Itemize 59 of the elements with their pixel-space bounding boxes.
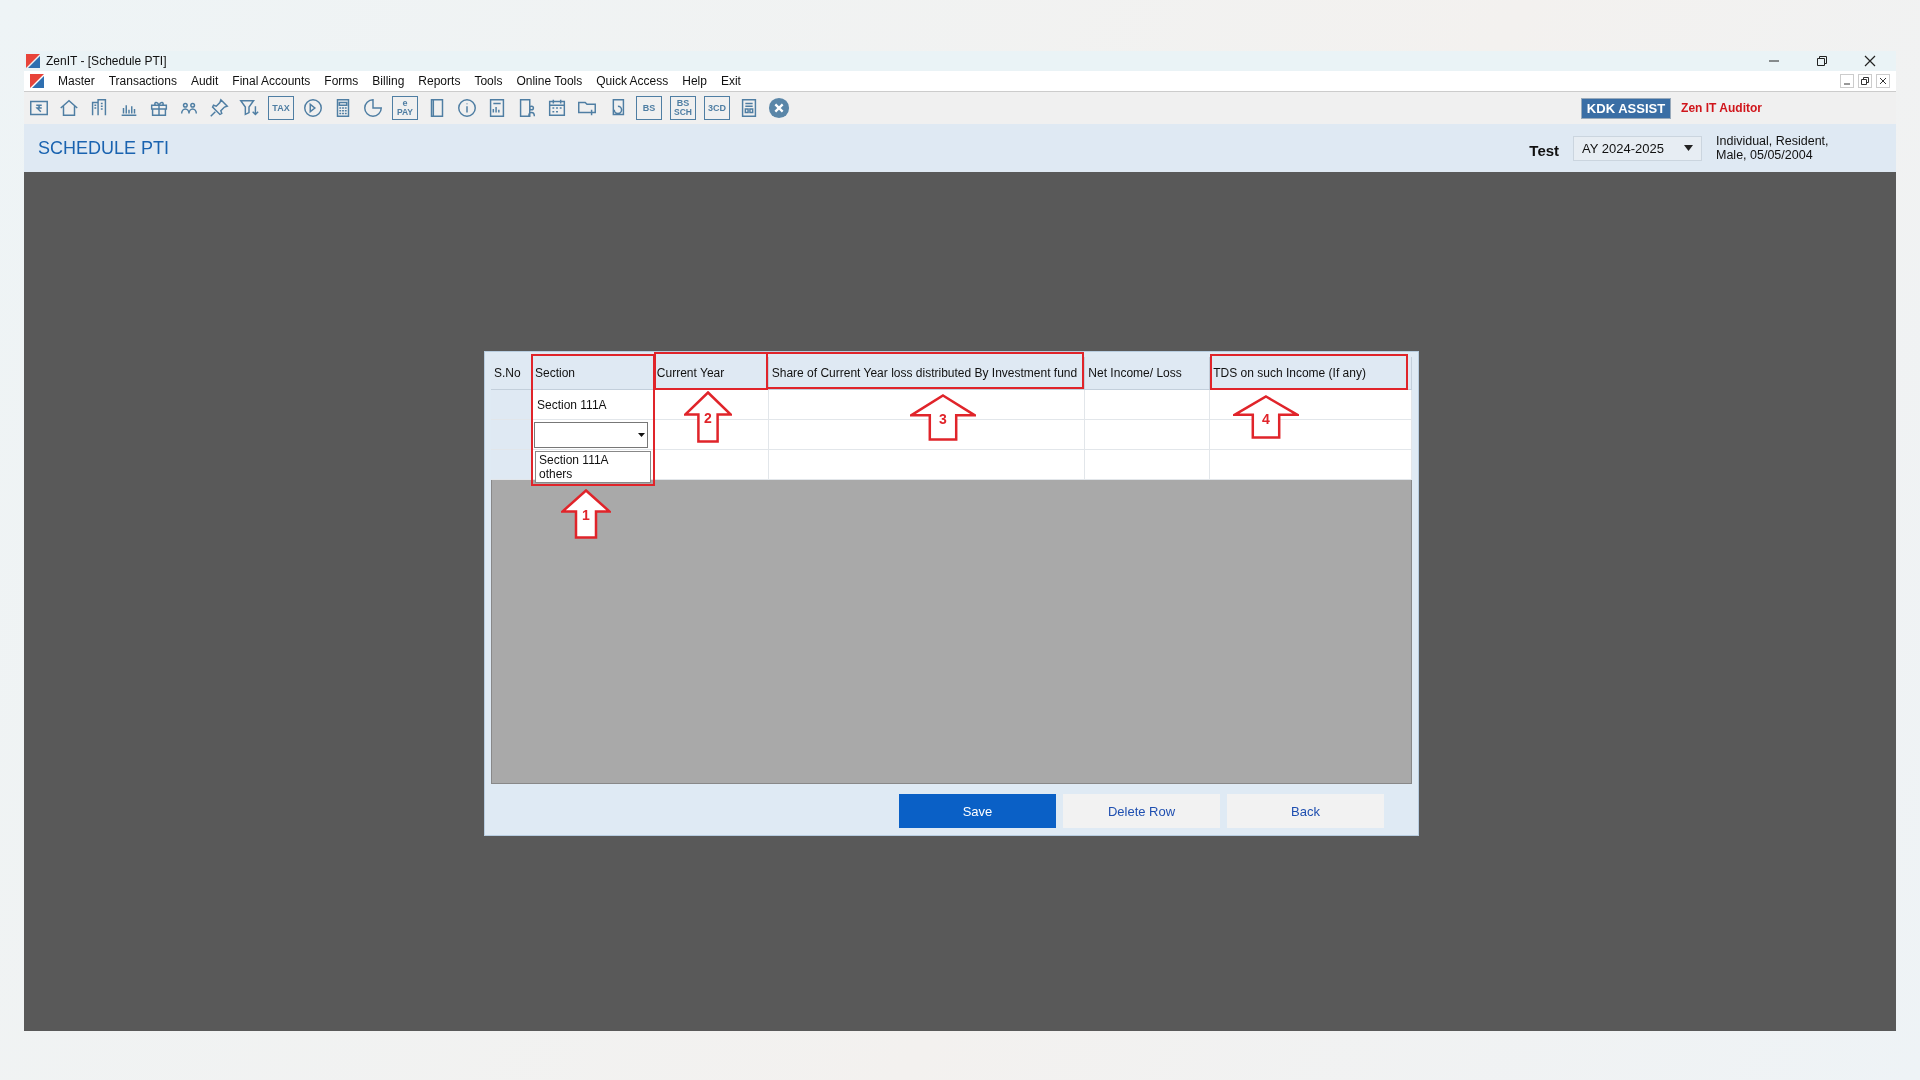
menu-item[interactable]: Reports: [418, 74, 461, 88]
section-dropdown[interactable]: [533, 421, 648, 448]
column-header[interactable]: TDS on such Income (If any): [1210, 357, 1412, 390]
annotation-number: 3: [938, 411, 948, 426]
epay-button[interactable]: e PAY: [392, 96, 418, 120]
row-header[interactable]: [491, 390, 532, 419]
row-header[interactable]: [491, 450, 532, 479]
menu-item[interactable]: Quick Access: [596, 74, 669, 88]
client-name: Test: [1529, 141, 1560, 159]
column-header[interactable]: Net Income/ Loss: [1085, 357, 1211, 390]
menu-item[interactable]: Tools: [474, 74, 503, 88]
action-button[interactable]: Delete Row: [1063, 794, 1220, 828]
column-header[interactable]: Share of Current Year loss distributed By Investment fund: [768, 357, 1086, 390]
action-button[interactable]: Back: [1227, 794, 1384, 828]
menu-item[interactable]: Help: [682, 74, 707, 88]
table-cell: Section 111A: [536, 397, 607, 412]
pin-icon[interactable]: [208, 97, 230, 119]
dropdown-arrow-icon: [637, 432, 645, 437]
dropdown-option[interactable]: others: [539, 467, 647, 481]
product-name: Zen IT Auditor: [1681, 101, 1762, 115]
menu-item[interactable]: Audit: [190, 74, 219, 88]
menu-item[interactable]: Billing: [372, 74, 405, 88]
form-button[interactable]: 3CD: [704, 96, 730, 120]
close-icon[interactable]: [1864, 55, 1876, 67]
dropdown-option[interactable]: Section 111A: [539, 453, 647, 467]
up-arrow-icon: [684, 391, 732, 443]
action-button[interactable]: Save: [899, 794, 1056, 828]
column-header[interactable]: Section: [531, 357, 654, 390]
menu-item[interactable]: Forms: [324, 74, 359, 88]
app-logo-icon: [30, 74, 44, 88]
dropdown-arrow-icon: [1684, 145, 1693, 151]
up-arrow-icon: [1233, 395, 1299, 439]
menu-item[interactable]: Final Accounts: [232, 74, 311, 88]
menu-item[interactable]: Exit: [720, 74, 741, 88]
menu-item[interactable]: Transactions: [108, 74, 177, 88]
info-icon[interactable]: [456, 97, 478, 119]
annotation-number: 4: [1261, 411, 1271, 426]
page-title: SCHEDULE PTI: [38, 137, 170, 159]
year-dropdown[interactable]: AY 2024-2025: [1573, 135, 1702, 161]
bs-sch-button[interactable]: BS SCH: [670, 96, 696, 120]
tax-button[interactable]: TAX: [268, 96, 294, 120]
menu-item[interactable]: Master: [58, 74, 95, 88]
up-arrow-icon: [910, 394, 976, 441]
row-header[interactable]: [491, 420, 532, 449]
menu-item[interactable]: Online Tools: [516, 74, 583, 88]
up-arrow-icon: [561, 489, 611, 539]
window-title: ZenIT - [Schedule PTI]: [46, 54, 167, 68]
column-header[interactable]: S.No: [491, 357, 532, 390]
annotation-number: 2: [703, 410, 713, 425]
restore-icon[interactable]: [1816, 55, 1828, 67]
brand-badge[interactable]: KDK ASSIST: [1580, 97, 1672, 119]
pie-chart-icon[interactable]: [362, 97, 384, 119]
home-icon[interactable]: [58, 97, 80, 119]
assessee-info: Male, 05/05/2004: [1716, 148, 1814, 162]
app-logo-icon: [26, 54, 40, 68]
bs-button[interactable]: BS: [636, 96, 662, 120]
calendar-icon[interactable]: [546, 97, 568, 119]
assessee-info: Individual, Resident,: [1716, 134, 1830, 148]
annotation-number: 1: [581, 508, 591, 522]
